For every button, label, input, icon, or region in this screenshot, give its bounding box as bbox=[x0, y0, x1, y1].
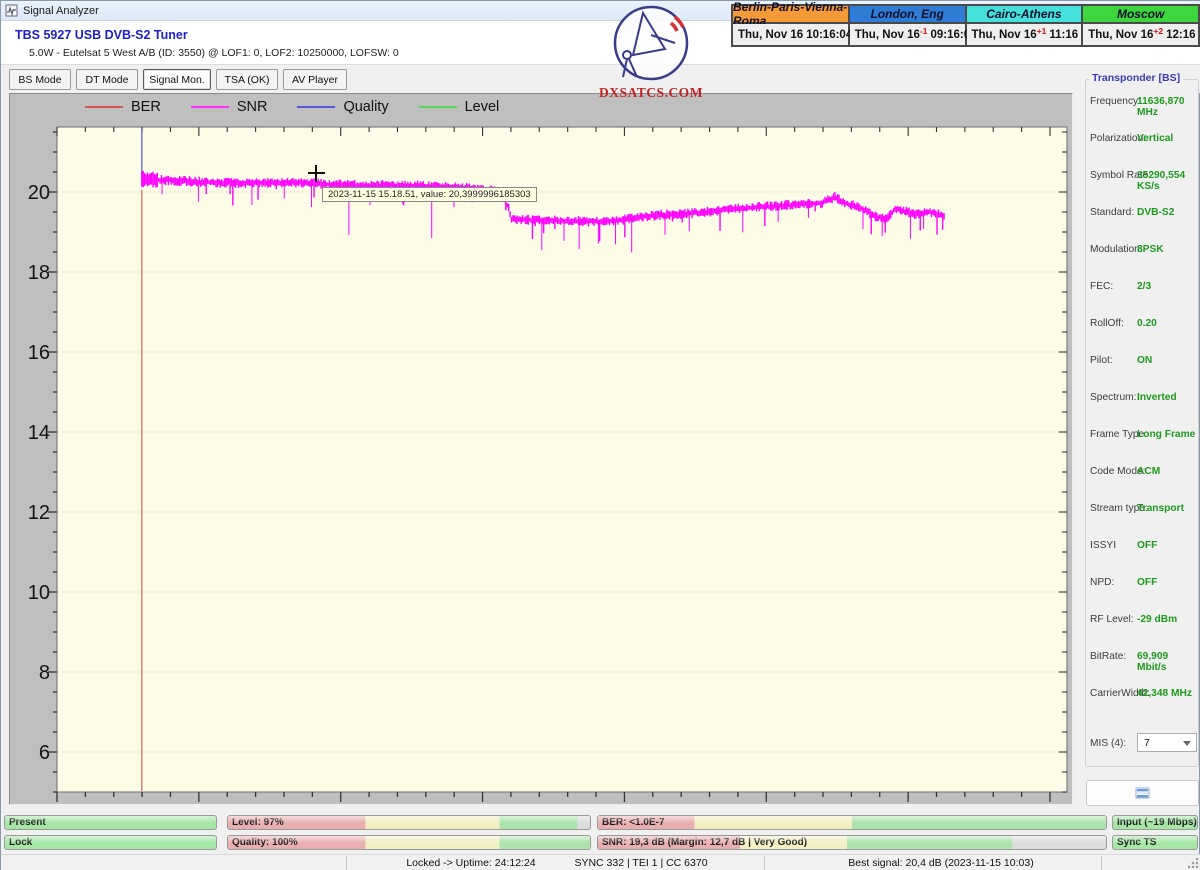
level-line-swatch bbox=[419, 106, 457, 108]
field-value: Vertical bbox=[1137, 133, 1173, 144]
field-value: DVB-S2 bbox=[1137, 207, 1174, 218]
field-label: Modulation: bbox=[1090, 244, 1143, 255]
progress-bar: SNR: 19,3 dB (Margin: 12,7 dB | Very Goo… bbox=[597, 835, 1107, 850]
field-value: 69,909 Mbit/s bbox=[1137, 651, 1199, 673]
legend-item-quality: Quality bbox=[297, 99, 388, 115]
field-label: Standard: bbox=[1090, 207, 1134, 218]
chart-tooltip: 2023-11-15 15.18.51, value: 20,399999618… bbox=[322, 187, 537, 202]
field-label: Pilot: bbox=[1090, 355, 1113, 366]
ber-line-swatch bbox=[85, 106, 123, 108]
status-sync-counters: SYNC 332 | TEI 1 | CC 6370 bbox=[546, 857, 736, 869]
legend-item-ber: BER bbox=[85, 99, 161, 115]
mis-dropdown[interactable]: 7 bbox=[1137, 733, 1197, 752]
resize-grip[interactable] bbox=[1188, 858, 1198, 868]
field-label: ISSYI bbox=[1090, 540, 1116, 551]
signal-chart[interactable]: 6 8 10 12 14 16 18 20 BER SNR Quality Level bbox=[9, 93, 1073, 805]
clock-moscow: MoscowThu, Nov 16+212:16 bbox=[1083, 6, 1198, 45]
svg-text:16: 16 bbox=[28, 342, 50, 364]
svg-text:14: 14 bbox=[28, 422, 50, 444]
progress-bar: Lock bbox=[4, 835, 217, 850]
field-value: 42,348 MHz bbox=[1137, 688, 1192, 699]
field-value: OFF bbox=[1137, 577, 1157, 588]
progress-bar: Sync TS bbox=[1112, 835, 1198, 850]
progress-label: Sync TS bbox=[1117, 837, 1156, 848]
progress-bar: BER: <1.0E-7 bbox=[597, 815, 1107, 830]
field-value: 11636,870 MHz bbox=[1137, 96, 1199, 118]
svg-text:6: 6 bbox=[39, 742, 50, 764]
dxsatcs-logo: DXSATCS.COM bbox=[598, 3, 704, 99]
status-best-signal: Best signal: 20,4 dB (2023-11-15 10:03) bbox=[821, 857, 1061, 869]
app-icon bbox=[5, 4, 18, 17]
progress-label: SNR: 19,3 dB (Margin: 12,7 dB | Very Goo… bbox=[602, 837, 807, 848]
progress-bar: Quality: 100% bbox=[227, 835, 591, 850]
field-label: BitRate: bbox=[1090, 651, 1126, 662]
field-value: Long Frame bbox=[1137, 429, 1195, 440]
tuner-subtitle: 5.0W - Eutelsat 5 West A/B (ID: 3550) @ … bbox=[29, 47, 399, 59]
list-icon bbox=[1135, 787, 1150, 799]
field-label: RollOff: bbox=[1090, 318, 1124, 329]
tab-dt-mode[interactable]: DT Mode bbox=[76, 69, 138, 90]
satellite-dish-icon bbox=[601, 3, 701, 83]
svg-text:20: 20 bbox=[28, 182, 50, 204]
progress-label: Input (~19 Mbps) bbox=[1117, 817, 1197, 828]
clock-london-eng: London, EngThu, Nov 16-109:16:04 bbox=[850, 6, 967, 45]
field-value: Transport bbox=[1137, 503, 1184, 514]
progress-bar: Input (~19 Mbps) bbox=[1112, 815, 1198, 830]
field-label: Frequency: bbox=[1090, 96, 1141, 107]
tab-signal-mon-[interactable]: Signal Mon. bbox=[143, 69, 211, 90]
status-bar: Locked -> Uptime: 24:12:24 SYNC 332 | TE… bbox=[1, 854, 1200, 870]
mis-value: 7 bbox=[1144, 737, 1150, 749]
progress-label: BER: <1.0E-7 bbox=[602, 817, 665, 828]
chevron-down-icon bbox=[1183, 741, 1191, 746]
progress-label: Level: 97% bbox=[232, 817, 284, 828]
field-value: 8PSK bbox=[1137, 244, 1164, 255]
field-value: OFF bbox=[1137, 540, 1157, 551]
field-value: ON bbox=[1137, 355, 1152, 366]
field-label: Spectrum: bbox=[1090, 392, 1136, 403]
progress-label: Quality: 100% bbox=[232, 837, 298, 848]
legend-item-level: Level bbox=[419, 99, 500, 115]
field-value: 2/3 bbox=[1137, 281, 1151, 292]
tab-bs-mode[interactable]: BS Mode bbox=[9, 69, 71, 90]
progress-label: Lock bbox=[9, 837, 32, 848]
snr-line-swatch bbox=[191, 106, 229, 108]
progress-label: Present bbox=[9, 817, 46, 828]
field-label: NPD: bbox=[1090, 577, 1114, 588]
chart-canvas[interactable]: 6 8 10 12 14 16 18 20 bbox=[10, 94, 1072, 804]
field-value: 0.20 bbox=[1137, 318, 1157, 329]
field-value: 35290,554 KS/s bbox=[1137, 170, 1199, 192]
svg-text:12: 12 bbox=[28, 502, 50, 524]
field-label: FEC: bbox=[1090, 281, 1113, 292]
svg-text:18: 18 bbox=[28, 262, 50, 284]
progress-bar: Level: 97% bbox=[227, 815, 591, 830]
field-value: Inverted bbox=[1137, 392, 1177, 403]
svg-text:8: 8 bbox=[39, 662, 50, 684]
quality-line-swatch bbox=[297, 106, 335, 108]
stream-list-button[interactable] bbox=[1086, 780, 1199, 806]
tuner-name: TBS 5927 USB DVB-S2 Tuner bbox=[15, 28, 188, 42]
field-label: RF Level: bbox=[1090, 614, 1134, 625]
transponder-group-title: Transponder [BS] bbox=[1089, 72, 1183, 84]
tab-tsa-ok-[interactable]: TSA (OK) bbox=[216, 69, 278, 90]
field-value: -29 dBm bbox=[1137, 614, 1177, 625]
svg-text:10: 10 bbox=[28, 582, 50, 604]
legend-item-snr: SNR bbox=[191, 99, 268, 115]
tab-av-player[interactable]: AV Player bbox=[283, 69, 347, 90]
field-value: ACM bbox=[1137, 466, 1160, 477]
window-title: Signal Analyzer bbox=[23, 5, 99, 17]
clock-panel: Berlin-Paris-Vienna-RomaThu, Nov 1610:16… bbox=[731, 4, 1200, 47]
mis-label: MIS (4): bbox=[1090, 738, 1126, 749]
clock-cairo-athens: Cairo-AthensThu, Nov 16+111:16 bbox=[967, 6, 1084, 45]
clock-berlin-paris-vienna-roma: Berlin-Paris-Vienna-RomaThu, Nov 1610:16… bbox=[733, 6, 850, 45]
chart-legend: BER SNR Quality Level bbox=[85, 99, 499, 115]
logo-text: DXSATCS.COM bbox=[598, 85, 704, 101]
progress-bar: Present bbox=[4, 815, 217, 830]
